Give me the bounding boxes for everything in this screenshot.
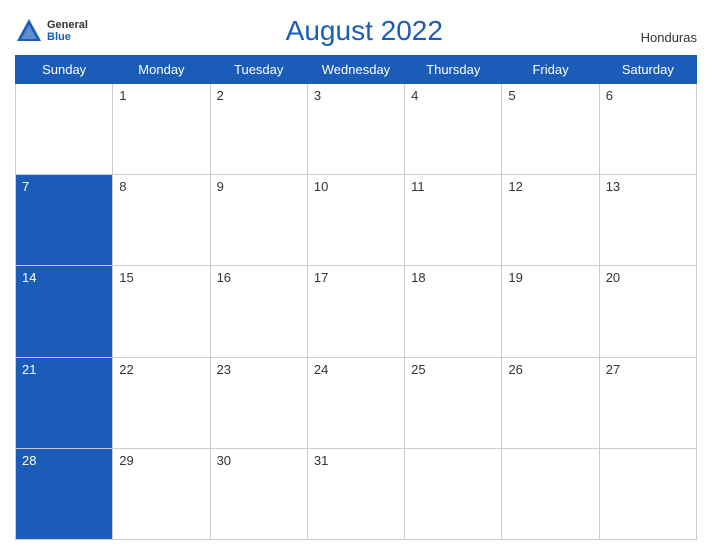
week-row-5: 28 29 30 31 bbox=[16, 448, 697, 539]
calendar-cell bbox=[502, 448, 599, 539]
calendar-cell: 16 bbox=[210, 266, 307, 357]
day-number: 8 bbox=[119, 179, 126, 194]
weekday-monday: Monday bbox=[113, 56, 210, 84]
calendar-cell: 23 bbox=[210, 357, 307, 448]
calendar-table: SundayMondayTuesdayWednesdayThursdayFrid… bbox=[15, 55, 697, 540]
logo-general-label: General bbox=[47, 19, 88, 31]
weekday-friday: Friday bbox=[502, 56, 599, 84]
month-title: August 2022 bbox=[286, 15, 443, 47]
logo-icon bbox=[15, 17, 43, 45]
day-number: 2 bbox=[217, 88, 224, 103]
calendar-cell: 29 bbox=[113, 448, 210, 539]
day-number: 10 bbox=[314, 179, 328, 194]
country-label: Honduras bbox=[641, 30, 697, 47]
calendar-cell: 7 bbox=[16, 175, 113, 266]
day-number: 17 bbox=[314, 270, 328, 285]
week-row-4: 21 22 23 24 25 26 27 bbox=[16, 357, 697, 448]
calendar-cell: 28 bbox=[16, 448, 113, 539]
day-number: 3 bbox=[314, 88, 321, 103]
calendar-cell: 1 bbox=[113, 84, 210, 175]
day-number: 14 bbox=[22, 270, 36, 285]
calendar-cell: 3 bbox=[307, 84, 404, 175]
week-row-2: 7 8 9 10 11 12 13 bbox=[16, 175, 697, 266]
day-number: 1 bbox=[119, 88, 126, 103]
calendar-cell: 9 bbox=[210, 175, 307, 266]
weekday-header-row: SundayMondayTuesdayWednesdayThursdayFrid… bbox=[16, 56, 697, 84]
calendar-cell: 12 bbox=[502, 175, 599, 266]
calendar-cell: 18 bbox=[405, 266, 502, 357]
calendar-cell: 8 bbox=[113, 175, 210, 266]
weekday-saturday: Saturday bbox=[599, 56, 696, 84]
calendar-cell: 24 bbox=[307, 357, 404, 448]
day-number: 26 bbox=[508, 362, 522, 377]
logo-blue-label: Blue bbox=[47, 31, 88, 43]
calendar-cell: 10 bbox=[307, 175, 404, 266]
day-number: 9 bbox=[217, 179, 224, 194]
calendar-cell: 6 bbox=[599, 84, 696, 175]
day-number: 4 bbox=[411, 88, 418, 103]
day-number: 31 bbox=[314, 453, 328, 468]
calendar-cell bbox=[599, 448, 696, 539]
day-number: 25 bbox=[411, 362, 425, 377]
day-number: 11 bbox=[411, 179, 425, 194]
day-number: 19 bbox=[508, 270, 522, 285]
logo: General Blue bbox=[15, 17, 88, 45]
calendar-cell: 30 bbox=[210, 448, 307, 539]
weekday-wednesday: Wednesday bbox=[307, 56, 404, 84]
calendar-cell: 26 bbox=[502, 357, 599, 448]
calendar-cell: 2 bbox=[210, 84, 307, 175]
page-header: General Blue August 2022 Honduras bbox=[15, 10, 697, 49]
calendar-cell: 31 bbox=[307, 448, 404, 539]
day-number: 13 bbox=[606, 179, 620, 194]
day-number: 7 bbox=[22, 179, 29, 194]
calendar-cell: 5 bbox=[502, 84, 599, 175]
calendar-cell: 19 bbox=[502, 266, 599, 357]
day-number: 27 bbox=[606, 362, 620, 377]
calendar-cell: 27 bbox=[599, 357, 696, 448]
calendar-cell: 20 bbox=[599, 266, 696, 357]
day-number: 30 bbox=[217, 453, 231, 468]
weekday-tuesday: Tuesday bbox=[210, 56, 307, 84]
day-number: 22 bbox=[119, 362, 133, 377]
week-row-3: 14 15 16 17 18 19 20 bbox=[16, 266, 697, 357]
day-number: 29 bbox=[119, 453, 133, 468]
calendar-cell: 15 bbox=[113, 266, 210, 357]
day-number: 12 bbox=[508, 179, 522, 194]
day-number: 21 bbox=[22, 362, 36, 377]
day-number: 18 bbox=[411, 270, 425, 285]
calendar-cell bbox=[405, 448, 502, 539]
day-number: 28 bbox=[22, 453, 36, 468]
calendar-cell: 13 bbox=[599, 175, 696, 266]
day-number: 15 bbox=[119, 270, 133, 285]
weekday-sunday: Sunday bbox=[16, 56, 113, 84]
calendar-cell: 11 bbox=[405, 175, 502, 266]
day-number: 24 bbox=[314, 362, 328, 377]
calendar-cell: 21 bbox=[16, 357, 113, 448]
calendar-cell: 17 bbox=[307, 266, 404, 357]
week-row-1: 1 2 3 4 5 6 bbox=[16, 84, 697, 175]
calendar-cell bbox=[16, 84, 113, 175]
logo-text: General Blue bbox=[47, 19, 88, 43]
day-number: 23 bbox=[217, 362, 231, 377]
day-number: 20 bbox=[606, 270, 620, 285]
calendar-cell: 22 bbox=[113, 357, 210, 448]
calendar-cell: 25 bbox=[405, 357, 502, 448]
calendar-cell: 4 bbox=[405, 84, 502, 175]
weekday-thursday: Thursday bbox=[405, 56, 502, 84]
calendar-cell: 14 bbox=[16, 266, 113, 357]
day-number: 5 bbox=[508, 88, 515, 103]
day-number: 16 bbox=[217, 270, 231, 285]
day-number: 6 bbox=[606, 88, 613, 103]
